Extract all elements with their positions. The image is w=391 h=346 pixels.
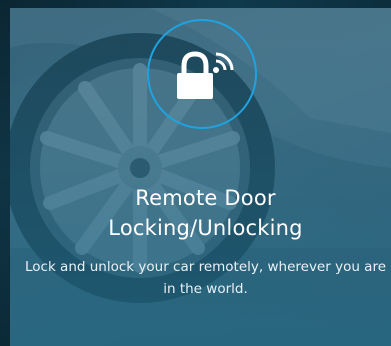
frame-left: [0, 0, 10, 346]
feature-title-line1: Remote Door: [135, 186, 276, 210]
frame-top: [0, 0, 391, 8]
feature-title-line2: Locking/Unlocking: [108, 216, 303, 240]
feature-description: Lock and unlock your car remotely, where…: [24, 259, 387, 297]
feature-title: Remote Door Locking/Unlocking: [10, 183, 391, 243]
lock-wireless-icon: [177, 51, 234, 99]
feature-card: Remote Door Locking/Unlocking Lock and u…: [0, 0, 391, 346]
